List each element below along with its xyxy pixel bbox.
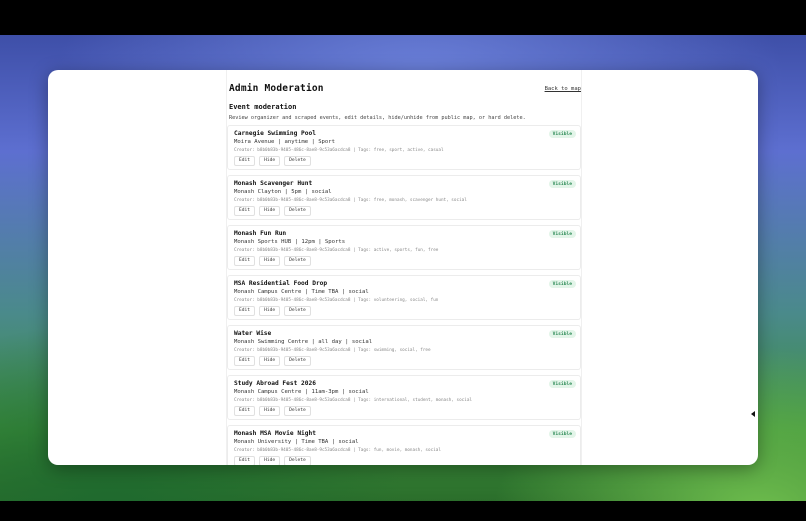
hide-button[interactable]: Hide (259, 156, 281, 166)
hide-button[interactable]: Hide (259, 306, 281, 316)
edit-button[interactable]: Edit (234, 356, 256, 366)
status-badge: Visible (548, 330, 576, 338)
event-list: Carnegie Swimming Pool Visible Moira Ave… (227, 125, 581, 465)
event-meta: Monash Swimming Centre | all day | socia… (234, 339, 373, 345)
event-creator-tags: Creator: b8b0b83b-9405-486c-8ae8-9c53a6a… (234, 147, 444, 153)
event-card: Study Abroad Fest 2026 Visible Monash Ca… (227, 375, 581, 420)
section-description: Review organizer and scraped events, edi… (229, 115, 526, 121)
edit-button[interactable]: Edit (234, 306, 256, 316)
event-card: Monash Fun Run Visible Monash Sports HUB… (227, 225, 581, 270)
event-name: MSA Residential Food Drop (234, 280, 328, 287)
delete-button[interactable]: Delete (284, 256, 311, 266)
event-actions: Edit Hide Delete (234, 156, 311, 166)
event-meta: Monash Campus Centre | Time TBA | social (234, 289, 369, 295)
status-badge: Visible (548, 280, 576, 288)
delete-button[interactable]: Delete (284, 356, 311, 366)
event-creator-tags: Creator: b8b0b83b-9405-486c-8ae8-9c53a6a… (234, 397, 472, 403)
event-name: Water Wise (234, 330, 272, 337)
event-card: Monash MSA Movie Night Visible Monash Un… (227, 425, 581, 465)
event-creator-tags: Creator: b8b0b83b-9405-486c-8ae8-9c53a6a… (234, 297, 439, 303)
status-badge: Visible (548, 180, 576, 188)
event-meta: Monash Sports HUB | 12pm | Sports (234, 239, 346, 245)
event-card: Carnegie Swimming Pool Visible Moira Ave… (227, 125, 581, 170)
edit-button[interactable]: Edit (234, 156, 256, 166)
event-card: Water Wise Visible Monash Swimming Centr… (227, 325, 581, 370)
event-creator-tags: Creator: b8b0b83b-9405-486c-8ae8-9c53a6a… (234, 197, 467, 203)
event-actions: Edit Hide Delete (234, 256, 311, 266)
delete-button[interactable]: Delete (284, 306, 311, 316)
event-name: Study Abroad Fest 2026 (234, 380, 316, 387)
event-meta: Monash Campus Centre | 11am-3pm | social (234, 389, 369, 395)
hide-button[interactable]: Hide (259, 356, 281, 366)
page-title: Admin Moderation (229, 83, 324, 94)
back-to-map-link[interactable]: Back to map (545, 86, 581, 92)
cursor-icon (751, 411, 755, 417)
event-name: Monash Scavenger Hunt (234, 180, 313, 187)
delete-button[interactable]: Delete (284, 406, 311, 416)
event-actions: Edit Hide Delete (234, 206, 311, 216)
event-actions: Edit Hide Delete (234, 406, 311, 416)
event-meta: Monash Clayton | 5pm | social (234, 189, 332, 195)
page-header: Admin Moderation Back to map (227, 70, 581, 102)
edit-button[interactable]: Edit (234, 256, 256, 266)
status-badge: Visible (548, 430, 576, 438)
hide-button[interactable]: Hide (259, 256, 281, 266)
section-title: Event moderation (229, 103, 297, 111)
status-badge: Visible (548, 380, 576, 388)
hide-button[interactable]: Hide (259, 456, 281, 465)
event-name: Monash MSA Movie Night (234, 430, 316, 437)
delete-button[interactable]: Delete (284, 156, 311, 166)
hide-button[interactable]: Hide (259, 406, 281, 416)
event-meta: Moira Avenue | anytime | Sport (234, 139, 336, 145)
event-actions: Edit Hide Delete (234, 356, 311, 366)
edit-button[interactable]: Edit (234, 406, 256, 416)
event-creator-tags: Creator: b8b0b83b-9405-486c-8ae8-9c53a6a… (234, 347, 431, 353)
event-actions: Edit Hide Delete (234, 306, 311, 316)
status-badge: Visible (548, 230, 576, 238)
event-name: Monash Fun Run (234, 230, 287, 237)
edit-button[interactable]: Edit (234, 456, 256, 465)
delete-button[interactable]: Delete (284, 206, 311, 216)
event-creator-tags: Creator: b8b0b83b-9405-486c-8ae8-9c53a6a… (234, 247, 439, 253)
hide-button[interactable]: Hide (259, 206, 281, 216)
event-name: Carnegie Swimming Pool (234, 130, 316, 137)
event-actions: Edit Hide Delete (234, 456, 311, 465)
moderation-panel: Admin Moderation Back to map Event moder… (226, 70, 582, 465)
event-meta: Monash University | Time TBA | social (234, 439, 359, 445)
event-card: Monash Scavenger Hunt Visible Monash Cla… (227, 175, 581, 220)
status-badge: Visible (548, 130, 576, 138)
app-window: Admin Moderation Back to map Event moder… (48, 70, 758, 465)
event-creator-tags: Creator: b8b0b83b-9405-486c-8ae8-9c53a6a… (234, 447, 441, 453)
edit-button[interactable]: Edit (234, 206, 256, 216)
delete-button[interactable]: Delete (284, 456, 311, 465)
event-card: MSA Residential Food Drop Visible Monash… (227, 275, 581, 320)
